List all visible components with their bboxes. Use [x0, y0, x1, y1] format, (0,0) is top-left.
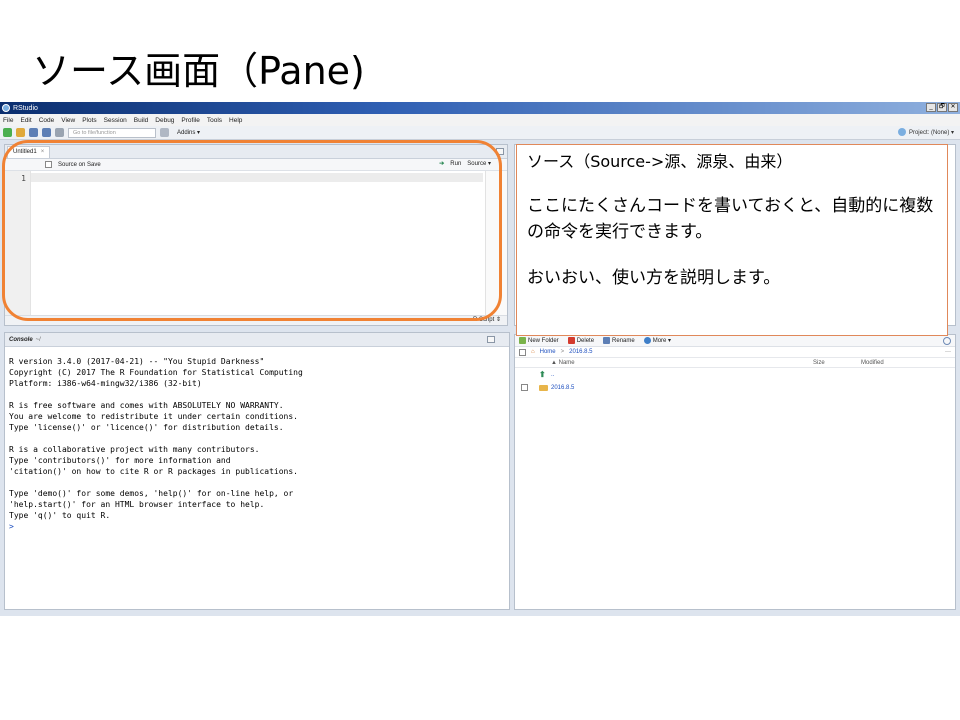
- menu-bar: File Edit Code View Plots Session Build …: [0, 114, 960, 126]
- console-pane: Console ~/ R version 3.4.0 (2017-04-21) …: [4, 332, 510, 610]
- delete-label: Delete: [576, 338, 595, 345]
- callout-line-1: ソース（Source->源、源泉、由来）: [527, 152, 793, 171]
- menu-help[interactable]: Help: [229, 117, 242, 124]
- file-name[interactable]: ..: [551, 372, 554, 378]
- minimize-icon[interactable]: [487, 336, 495, 343]
- rstudio-logo-icon: [2, 104, 10, 112]
- more-button[interactable]: More ▾: [643, 336, 672, 345]
- menu-build[interactable]: Build: [134, 117, 148, 124]
- delete-icon: [567, 336, 575, 344]
- menu-profile[interactable]: Profile: [181, 117, 199, 124]
- folder-icon: [539, 384, 548, 391]
- grid-icon[interactable]: [160, 128, 169, 137]
- breadcrumb-dir[interactable]: 2016.8.5: [569, 349, 592, 355]
- console-title: Console: [9, 336, 33, 343]
- menu-edit[interactable]: Edit: [20, 117, 31, 124]
- breadcrumb: ⌂ Home > 2016.8.5 ···: [515, 347, 955, 358]
- list-item[interactable]: 2016.8.5: [515, 381, 955, 394]
- console-path: ~/: [35, 336, 41, 343]
- delete-button[interactable]: Delete: [567, 336, 595, 345]
- rename-icon: [603, 336, 611, 344]
- menu-session[interactable]: Session: [104, 117, 127, 124]
- rename-label: Rename: [612, 338, 635, 345]
- slide-title: ソース画面（Pane): [32, 49, 365, 93]
- col-size[interactable]: Size: [813, 360, 825, 366]
- main-toolbar: Go to file/function Addins ▾: [0, 126, 960, 140]
- col-modified[interactable]: Modified: [861, 360, 884, 366]
- new-folder-label: New Folder: [528, 338, 559, 345]
- menu-debug[interactable]: Debug: [155, 117, 174, 124]
- print-icon[interactable]: [55, 128, 64, 137]
- menu-view[interactable]: View: [61, 117, 75, 124]
- callout-line-3: おいおい、使い方を説明します。: [527, 268, 781, 288]
- select-all-checkbox[interactable]: [519, 348, 526, 356]
- menu-tools[interactable]: Tools: [207, 117, 222, 124]
- files-pane: New Folder Delete Rename More ▾ ⌂ Home >…: [514, 334, 956, 610]
- save-icon[interactable]: [29, 128, 38, 137]
- files-table-header: ▲ Name Size Modified: [515, 358, 955, 368]
- minimize-button[interactable]: _: [926, 103, 936, 112]
- file-name[interactable]: 2016.8.5: [551, 385, 574, 391]
- console-text: R version 3.4.0 (2017-04-21) -- "You Stu…: [9, 357, 303, 520]
- console-prompt: >: [9, 522, 14, 531]
- console-output[interactable]: R version 3.4.0 (2017-04-21) -- "You Stu…: [5, 347, 509, 532]
- menu-plots[interactable]: Plots: [82, 117, 96, 124]
- project-menu[interactable]: Project: (None) ▾: [897, 128, 954, 136]
- source-pane-highlight: [2, 140, 502, 321]
- list-item[interactable]: ⬆ ..: [515, 368, 955, 381]
- refresh-icon[interactable]: [943, 337, 951, 345]
- restore-button[interactable]: 🗗: [937, 103, 947, 112]
- up-arrow-icon: ⬆: [539, 370, 546, 379]
- new-file-icon[interactable]: [3, 128, 12, 137]
- save-all-icon[interactable]: [42, 128, 51, 137]
- addins-button[interactable]: Addins ▾: [177, 129, 200, 136]
- console-header: Console ~/: [5, 333, 509, 347]
- explanation-callout: ソース（Source->源、源泉、由来） ここにたくさんコードを書いておくと、自…: [516, 144, 948, 336]
- rename-button[interactable]: Rename: [603, 336, 635, 345]
- row-checkbox[interactable]: [521, 384, 528, 391]
- open-project-icon[interactable]: [16, 128, 25, 137]
- new-folder-button[interactable]: New Folder: [519, 336, 559, 345]
- more-label: More ▾: [652, 338, 672, 345]
- project-label: Project: (None) ▾: [908, 129, 954, 136]
- title-bar: RStudio _ 🗗 ✕: [0, 102, 960, 114]
- breadcrumb-home[interactable]: Home: [540, 349, 556, 355]
- window-controls: _ 🗗 ✕: [926, 103, 958, 112]
- menu-file[interactable]: File: [3, 117, 13, 124]
- col-name[interactable]: ▲ Name: [551, 360, 575, 366]
- window-title: RStudio: [13, 104, 38, 112]
- more-dots[interactable]: ···: [945, 349, 951, 355]
- goto-file-input[interactable]: Go to file/function: [68, 127, 156, 138]
- close-button[interactable]: ✕: [948, 103, 958, 112]
- menu-code[interactable]: Code: [39, 117, 55, 124]
- folder-plus-icon: [519, 336, 526, 344]
- gear-icon: [643, 336, 651, 344]
- callout-line-2: ここにたくさんコードを書いておくと、自動的に複数の命令を実行できます。: [527, 196, 934, 242]
- breadcrumb-separator: >: [560, 349, 565, 355]
- project-icon: [897, 128, 906, 136]
- home-icon: ⌂: [531, 349, 535, 355]
- files-toolbar: New Folder Delete Rename More ▾: [515, 335, 955, 347]
